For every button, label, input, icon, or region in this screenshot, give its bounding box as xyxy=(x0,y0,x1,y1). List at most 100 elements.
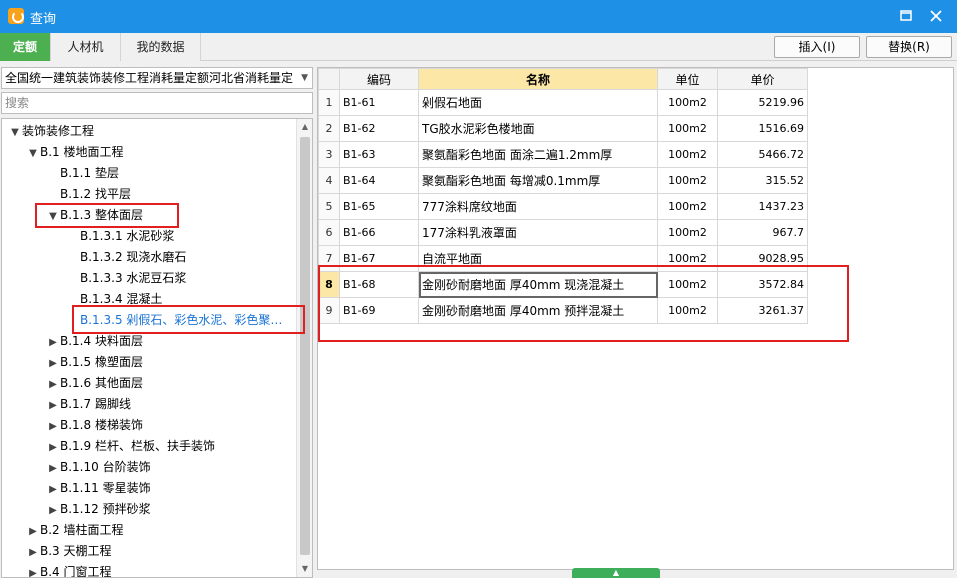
price-cell[interactable]: 1516.69 xyxy=(717,115,808,142)
table-row[interactable]: 5 B1-65 777涂料席纹地面 100m2 1437.23 xyxy=(318,193,808,220)
table-row[interactable]: 2 B1-62 TG胶水泥彩色楼地面 100m2 1516.69 xyxy=(318,115,808,142)
price-cell[interactable]: 315.52 xyxy=(717,167,808,194)
tree-item[interactable]: B.1.1 垫层 xyxy=(46,163,119,184)
table-row[interactable]: 7 B1-67 自流平地面 100m2 9028.95 xyxy=(318,245,808,272)
price-cell[interactable]: 1437.23 xyxy=(717,193,808,220)
code-cell[interactable]: B1-64 xyxy=(339,167,419,194)
chevron-right-icon[interactable]: ▶ xyxy=(46,458,60,479)
chevron-right-icon[interactable]: ▶ xyxy=(46,479,60,500)
tab-quota[interactable]: 定额 xyxy=(0,33,51,61)
chevron-down-icon[interactable]: ▼ xyxy=(46,206,60,227)
scroll-up-icon[interactable]: ▲ xyxy=(297,119,312,135)
replace-button[interactable]: 替换(R) xyxy=(866,36,952,58)
name-cell[interactable]: 177涂料乳液罩面 xyxy=(418,219,658,246)
chevron-right-icon[interactable]: ▶ xyxy=(46,395,60,416)
price-cell[interactable]: 9028.95 xyxy=(717,245,808,272)
code-cell[interactable]: B1-65 xyxy=(339,193,419,220)
code-cell[interactable]: B1-61 xyxy=(339,89,419,116)
price-cell[interactable]: 5466.72 xyxy=(717,141,808,168)
chevron-right-icon[interactable]: ▶ xyxy=(46,374,60,395)
name-cell[interactable]: 聚氨酯彩色地面 每增减0.1mm厚 xyxy=(418,167,658,194)
name-cell[interactable]: 自流平地面 xyxy=(418,245,658,272)
chevron-right-icon[interactable]: ▶ xyxy=(46,500,60,521)
code-cell[interactable]: B1-68 xyxy=(339,271,419,298)
table-row[interactable]: 4 B1-64 聚氨酯彩色地面 每增减0.1mm厚 100m2 315.52 xyxy=(318,167,808,194)
name-cell[interactable]: 剁假石地面 xyxy=(418,89,658,116)
tree-item[interactable]: ▶ B.1.7 踢脚线 xyxy=(46,394,131,415)
tree-item[interactable]: ▼ B.1 楼地面工程 xyxy=(26,142,123,164)
chevron-right-icon[interactable]: ▶ xyxy=(26,542,40,563)
tree-item[interactable]: B.1.3.5 剁假石、彩色水泥、彩色聚… xyxy=(66,310,282,331)
tab-labor-material[interactable]: 人材机 xyxy=(51,33,121,61)
chevron-right-icon[interactable]: ▶ xyxy=(26,563,40,577)
row-index-cell[interactable]: 6 xyxy=(318,219,340,246)
col-header-price[interactable]: 单价 xyxy=(717,68,808,90)
chevron-down-icon[interactable]: ▼ xyxy=(26,143,40,164)
name-cell[interactable]: 777涂料席纹地面 xyxy=(418,193,658,220)
code-cell[interactable]: B1-69 xyxy=(339,297,419,324)
unit-cell[interactable]: 100m2 xyxy=(657,89,718,116)
unit-cell[interactable]: 100m2 xyxy=(657,271,718,298)
code-cell[interactable]: B1-63 xyxy=(339,141,419,168)
unit-cell[interactable]: 100m2 xyxy=(657,167,718,194)
row-index-cell[interactable]: 5 xyxy=(318,193,340,220)
price-cell[interactable]: 5219.96 xyxy=(717,89,808,116)
tree-item[interactable]: B.1.3.4 混凝土 xyxy=(66,289,162,310)
row-index-cell[interactable]: 3 xyxy=(318,141,340,168)
unit-cell[interactable]: 100m2 xyxy=(657,193,718,220)
row-index-cell[interactable]: 9 xyxy=(318,297,340,324)
unit-cell[interactable]: 100m2 xyxy=(657,115,718,142)
tree-item[interactable]: ▶ B.1.8 楼梯装饰 xyxy=(46,415,143,436)
col-header-code[interactable]: 编码 xyxy=(339,68,419,90)
tree-item[interactable]: B.1.3.2 现浇水磨石 xyxy=(66,247,186,268)
name-cell[interactable]: 聚氨酯彩色地面 面涂二遍1.2mm厚 xyxy=(418,141,658,168)
tree-item[interactable]: ▶ B.1.9 栏杆、栏板、扶手装饰 xyxy=(46,436,215,457)
tree-item[interactable]: ▼ 装饰装修工程 xyxy=(8,121,94,142)
splitter-grip-icon[interactable]: ▲ xyxy=(572,568,660,578)
scroll-down-icon[interactable]: ▼ xyxy=(297,561,312,577)
tree-item[interactable]: B.1.3.3 水泥豆石浆 xyxy=(66,268,186,289)
chevron-right-icon[interactable]: ▶ xyxy=(46,332,60,353)
chevron-right-icon[interactable]: ▶ xyxy=(26,521,40,542)
tree-item[interactable]: ▶ B.1.5 橡塑面层 xyxy=(46,352,143,373)
tree-item[interactable]: ▶ B.4 门窗工程 xyxy=(26,562,111,577)
tree-item[interactable]: ▶ B.1.11 零星装饰 xyxy=(46,478,150,500)
price-cell[interactable]: 3572.84 xyxy=(717,271,808,298)
table-row[interactable]: 1 B1-61 剁假石地面 100m2 5219.96 xyxy=(318,89,808,116)
code-cell[interactable]: B1-67 xyxy=(339,245,419,272)
row-index-cell[interactable]: 1 xyxy=(318,89,340,116)
quota-library-select[interactable]: 全国统一建筑装饰装修工程消耗量定额河北省消耗量定 ▼ xyxy=(1,67,313,89)
code-cell[interactable]: B1-62 xyxy=(339,115,419,142)
tree-item[interactable]: ▶ B.1.10 台阶装饰 xyxy=(46,457,150,479)
insert-button[interactable]: 插入(I) xyxy=(774,36,860,58)
code-cell[interactable]: B1-66 xyxy=(339,219,419,246)
table-row[interactable]: 3 B1-63 聚氨酯彩色地面 面涂二遍1.2mm厚 100m2 5466.72 xyxy=(318,141,808,168)
chevron-down-icon[interactable]: ▼ xyxy=(8,122,22,143)
unit-cell[interactable]: 100m2 xyxy=(657,245,718,272)
row-index-cell[interactable]: 7 xyxy=(318,245,340,272)
tree-scrollbar[interactable]: ▲ ▼ xyxy=(296,119,312,577)
unit-cell[interactable]: 100m2 xyxy=(657,141,718,168)
name-cell[interactable]: 金刚砂耐磨地面 厚40mm 现浇混凝土 xyxy=(418,271,658,298)
tree-item[interactable]: ▶ B.3 天棚工程 xyxy=(26,541,111,563)
tab-my-data[interactable]: 我的数据 xyxy=(121,33,201,61)
scroll-thumb[interactable] xyxy=(300,137,310,555)
minimize-icon[interactable] xyxy=(896,6,916,26)
row-index-cell[interactable]: 8 xyxy=(318,271,340,298)
price-cell[interactable]: 967.7 xyxy=(717,219,808,246)
table-row[interactable]: 9 B1-69 金刚砂耐磨地面 厚40mm 预拌混凝土 100m2 3261.37 xyxy=(318,297,808,324)
tree-item[interactable]: B.1.2 找平层 xyxy=(46,184,131,205)
row-index-cell[interactable]: 4 xyxy=(318,167,340,194)
search-input[interactable] xyxy=(1,92,313,114)
tree-item[interactable]: ▶ B.1.12 预拌砂浆 xyxy=(46,499,150,521)
tree-item[interactable]: ▼ B.1.3 整体面层 xyxy=(46,205,143,226)
table-row[interactable]: 6 B1-66 177涂料乳液罩面 100m2 967.7 xyxy=(318,219,808,246)
unit-cell[interactable]: 100m2 xyxy=(657,219,718,246)
unit-cell[interactable]: 100m2 xyxy=(657,297,718,324)
tree-item[interactable]: ▶ B.2 墙柱面工程 xyxy=(26,520,123,542)
chevron-right-icon[interactable]: ▶ xyxy=(46,353,60,374)
tree-item[interactable]: ▶ B.1.6 其他面层 xyxy=(46,373,143,394)
col-header-unit[interactable]: 单位 xyxy=(657,68,718,90)
name-cell[interactable]: 金刚砂耐磨地面 厚40mm 预拌混凝土 xyxy=(418,297,658,324)
chevron-right-icon[interactable]: ▶ xyxy=(46,437,60,458)
